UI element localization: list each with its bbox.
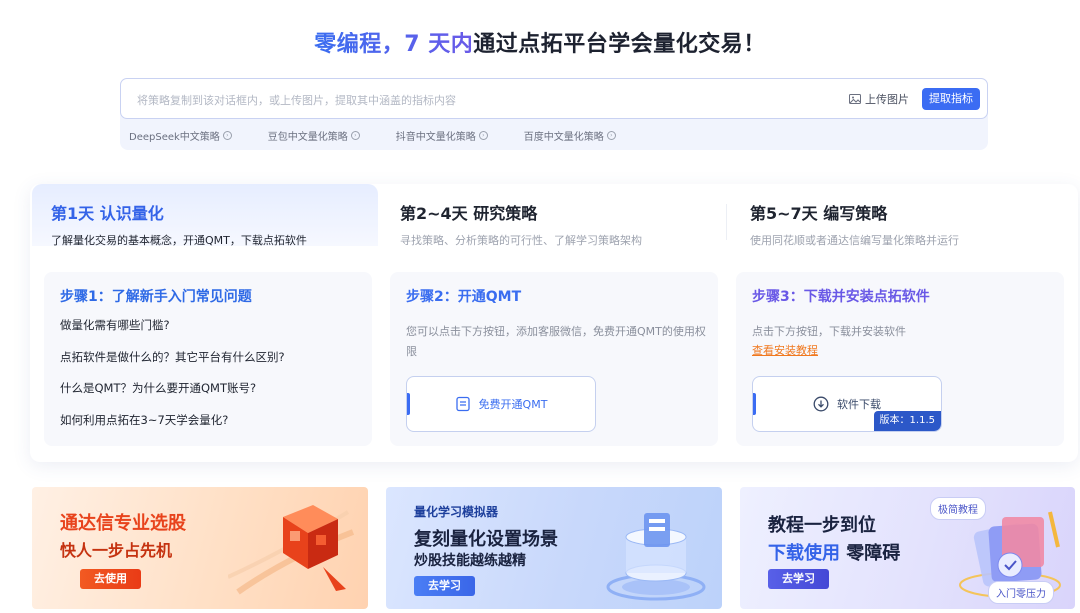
- quick-link-doubao[interactable]: 豆包中文量化策略 ›: [268, 128, 360, 143]
- easy-tutorial-chip: 极简教程: [930, 497, 986, 520]
- strategy-search-panel: 将策略复制到该对话框内，或上传图片，提取其中涵盖的指标内容 上传图片 提取指标 …: [120, 78, 988, 150]
- learning-steps-card: 第1天 认识量化 了解量化交易的基本概念，开通QMT，下载点拓软件 第2~4天 …: [30, 184, 1078, 462]
- step-1-title: 步骤1：了解新手入门常见问题: [60, 289, 252, 305]
- banner-tutorial[interactable]: 极简教程 入门零压力 教程一步到位 下载使用 零障碍 去学习: [740, 487, 1075, 609]
- quick-link-label: 百度中文量化策略: [523, 132, 604, 143]
- no-pressure-chip: 入门零压力: [988, 581, 1054, 604]
- step-2-title: 步骤2：开通QMT: [406, 289, 522, 305]
- upload-image-label: 上传图片: [865, 93, 909, 106]
- hero-title-highlight: 零编程，7 天内: [314, 32, 474, 57]
- banner-2-line-1: 复刻量化设置场景: [414, 529, 558, 550]
- open-qmt-button[interactable]: 免费开通QMT: [406, 376, 596, 432]
- strategy-input-placeholder[interactable]: 将策略复制到该对话框内，或上传图片，提取其中涵盖的指标内容: [137, 92, 456, 108]
- tab-day-2-4-desc: 寻找策略、分析策略的可行性、了解学习策略架构: [400, 234, 642, 247]
- hero-title: 零编程，7 天内通过点拓平台学会量化交易！: [0, 26, 1080, 58]
- tab-day-1-desc: 了解量化交易的基本概念，开通QMT，下载点拓软件: [51, 234, 307, 247]
- tab-divider: [726, 204, 727, 240]
- faq-item[interactable]: 如何利用点拓在3~7天学会量化?: [60, 412, 285, 444]
- software-download-button[interactable]: 软件下载 版本：1.1.5: [752, 376, 942, 432]
- strategy-input[interactable]: 将策略复制到该对话框内，或上传图片，提取其中涵盖的指标内容 上传图片 提取指标: [120, 78, 988, 119]
- tab-day-2-4-title: 第2~4天 研究策略: [400, 204, 538, 223]
- faq-item[interactable]: 做量化需有哪些门槛?: [60, 317, 285, 349]
- banner-quant-simulator[interactable]: 量化学习模拟器 复刻量化设置场景 炒股技能越练越精 去学习: [386, 487, 722, 609]
- banner-3-line-2: 下载使用 零障碍: [768, 539, 900, 565]
- quick-link-label: 豆包中文量化策略: [267, 132, 348, 143]
- chevron-right-icon: ›: [222, 131, 232, 140]
- tab-day-1[interactable]: 第1天 认识量化 了解量化交易的基本概念，开通QMT，下载点拓软件: [32, 184, 378, 247]
- faq-list: 做量化需有哪些门槛? 点拓软件是做什么的？其它平台有什么区别? 什么是QMT？为…: [60, 317, 285, 443]
- step-3-desc: 点击下方按钮，下载并安装软件: [752, 325, 906, 338]
- version-badge: 版本：1.1.5: [873, 411, 941, 431]
- banner-2-line-2: 炒股技能越练越精: [414, 553, 526, 569]
- chevron-right-icon: ›: [606, 131, 616, 140]
- step-2-panel: 步骤2：开通QMT 您可以点击下方按钮，添加客服微信，免费开通QMT的使用权限 …: [390, 272, 718, 446]
- banner-3-highlight: 下载使用: [768, 543, 840, 564]
- open-qmt-label: 免费开通QMT: [478, 398, 548, 411]
- upload-image-button[interactable]: 上传图片: [849, 91, 909, 107]
- quick-link-douyin[interactable]: 抖音中文量化策略 ›: [396, 128, 488, 143]
- quick-link-baidu[interactable]: 百度中文量化策略 ›: [524, 128, 616, 143]
- software-download-label: 软件下载: [837, 398, 881, 411]
- banner-3-line-2-rest: 零障碍: [840, 543, 901, 564]
- faq-item[interactable]: 点拓软件是做什么的？其它平台有什么区别?: [60, 349, 285, 381]
- banner-3-cta-button[interactable]: 去学习: [768, 569, 829, 589]
- step-1-panel: 步骤1：了解新手入门常见问题 做量化需有哪些门槛? 点拓软件是做什么的？其它平台…: [44, 272, 372, 446]
- cube-illustration: [228, 505, 355, 595]
- banner-stock-picking[interactable]: 通达信专业选股 快人一步占先机 去使用: [32, 487, 368, 609]
- download-icon: [813, 396, 829, 412]
- hero-title-rest: 通过点拓平台学会量化交易！: [473, 32, 766, 57]
- quick-link-label: DeepSeek中文策略: [129, 132, 220, 143]
- tab-day-5-7-desc: 使用同花顺或者通达信编写量化策略并运行: [750, 234, 959, 247]
- image-icon: [849, 94, 861, 104]
- document-icon: [455, 396, 470, 412]
- quick-link-label: 抖音中文量化策略: [395, 132, 476, 143]
- banner-1-line-1: 通达信专业选股: [60, 513, 186, 534]
- chevron-right-icon: ›: [478, 131, 488, 140]
- step-3-title: 步骤3：下载并安装点拓软件: [752, 289, 930, 305]
- banner-1-cta-button[interactable]: 去使用: [80, 569, 141, 589]
- chevron-right-icon: ›: [350, 131, 360, 140]
- step-3-panel: 步骤3：下载并安装点拓软件 点击下方按钮，下载并安装软件 查看安装教程 软件下载…: [736, 272, 1064, 446]
- tab-day-5-7[interactable]: 第5~7天 编写策略 使用同花顺或者通达信编写量化策略并运行: [750, 184, 1070, 247]
- banner-3-line-1: 教程一步到位: [768, 515, 876, 536]
- banner-1-line-2: 快人一步占先机: [60, 541, 173, 560]
- platform-illustration: [606, 513, 706, 601]
- quick-links: DeepSeek中文策略 › 豆包中文量化策略 › 抖音中文量化策略 › 百度中文量化…: [129, 128, 652, 143]
- banner-2-cta-button[interactable]: 去学习: [414, 576, 475, 596]
- step-2-desc: 您可以点击下方按钮，添加客服微信，免费开通QMT的使用权限: [406, 325, 706, 358]
- banner-2-tag: 量化学习模拟器: [414, 505, 499, 519]
- quick-link-deepseek[interactable]: DeepSeek中文策略 ›: [129, 128, 232, 143]
- install-tutorial-link[interactable]: 查看安装教程: [752, 342, 818, 358]
- tab-day-2-4[interactable]: 第2~4天 研究策略 寻找策略、分析策略的可行性、了解学习策略架构: [400, 184, 730, 247]
- extract-indicator-button[interactable]: 提取指标: [922, 88, 980, 110]
- faq-item[interactable]: 什么是QMT？为什么要开通QMT账号?: [60, 380, 285, 412]
- tab-day-1-title: 第1天 认识量化: [51, 204, 164, 223]
- tab-day-5-7-title: 第5~7天 编写策略: [750, 204, 888, 223]
